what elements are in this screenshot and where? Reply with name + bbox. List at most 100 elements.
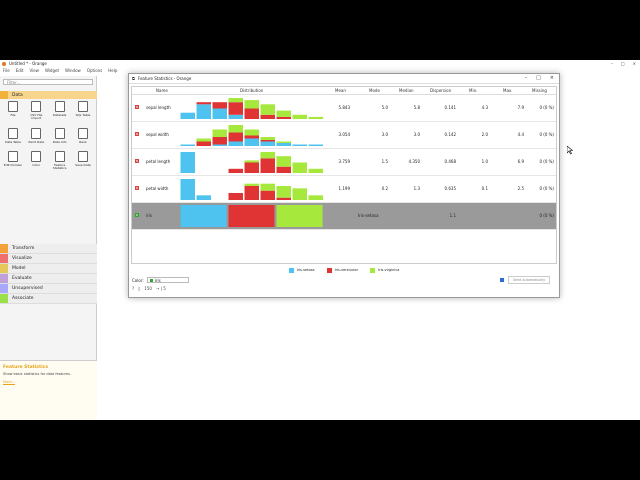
widget-feature-statistics[interactable]: Feature Statistics [49, 150, 71, 171]
filter-input[interactable]: Filter... [3, 79, 93, 85]
widget-rank[interactable]: Rank [72, 127, 94, 144]
histogram-bar [244, 108, 259, 119]
histogram-bar [228, 114, 243, 119]
widget-file[interactable]: File [2, 101, 24, 121]
widget-icon [8, 127, 18, 139]
dialog-close-button[interactable]: × [550, 75, 554, 81]
category-unsupervised[interactable]: Unsupervised [0, 284, 97, 294]
category-data[interactable]: Data [0, 91, 97, 99]
histogram-bar [244, 186, 259, 200]
table-row[interactable]: Diris Iris-setosa 1.1 0 (0 %) [132, 203, 556, 230]
value-dispersion: 0.141 [444, 105, 456, 110]
widget-color[interactable]: Color [25, 150, 47, 171]
col-mean[interactable]: Mean [335, 88, 346, 93]
report-icon[interactable]: ▯ [138, 286, 140, 291]
help-status-icon[interactable]: ? [132, 286, 134, 291]
distribution-plot [180, 205, 324, 227]
category-visualize[interactable]: Visualize [0, 254, 97, 264]
histogram-bar [244, 138, 259, 146]
value-mode: 0.2 [381, 186, 388, 191]
value-min: 4.3 [481, 105, 488, 110]
widget-data-info[interactable]: Data Info [49, 127, 71, 144]
table-row[interactable]: Npetal length 3.759 1.5 4.350 0.468 1.0 6.9 0 (… [132, 149, 556, 176]
histogram-bar [292, 162, 307, 173]
close-button[interactable]: × [633, 61, 636, 66]
category-label: Visualize [12, 256, 32, 261]
histogram-bar [308, 195, 323, 200]
output-count: → | 5 [155, 286, 166, 291]
category-evaluate[interactable]: Evaluate [0, 274, 97, 284]
statistics-table: Name Distribution Mean Mode Median Dispe… [131, 86, 557, 264]
widget-row: Data Table Paint Data Data Info Rank [2, 127, 94, 144]
histogram-bar [244, 100, 259, 109]
menu-edit[interactable]: Edit [16, 68, 24, 73]
color-select[interactable]: iris [146, 277, 189, 283]
dialog-minimize-button[interactable]: – [525, 75, 528, 81]
menu-view[interactable]: View [29, 68, 39, 73]
help-more-link[interactable]: More... [3, 380, 94, 384]
histogram-bar [276, 197, 291, 200]
table-row[interactable]: Npetal width 1.199 0.2 1.3 0.635 0.1 2.5 0 (0 %… [132, 176, 556, 203]
value-min: 0.1 [481, 186, 488, 191]
value-missing: 0 (0 %) [539, 105, 554, 110]
widget-icon [77, 101, 88, 112]
class-bar [180, 205, 227, 227]
category-model[interactable]: Model [0, 264, 97, 274]
send-automatically-button[interactable]: Send Automatically [508, 276, 550, 284]
histogram-bar [212, 108, 227, 119]
menu-window[interactable]: Window [65, 68, 81, 73]
col-max[interactable]: Max. [503, 88, 513, 93]
help-box: Feature Statistics Show basic statistics… [0, 360, 97, 420]
col-median[interactable]: Median [399, 88, 414, 93]
legend-swatch [288, 267, 294, 273]
dialog-titlebar: ⧉ Feature Statistics - Orange – □ × [129, 74, 559, 84]
category-associate[interactable]: Associate [0, 294, 97, 304]
value-median: 3.0 [413, 132, 420, 137]
col-min[interactable]: Min. [469, 88, 477, 93]
histogram-bar [212, 137, 227, 145]
menu-options[interactable]: Options [87, 68, 102, 73]
histogram-bar [196, 141, 211, 146]
minimize-button[interactable]: – [611, 61, 613, 66]
col-missing[interactable]: Missing [532, 88, 547, 93]
widget-icon [8, 101, 18, 112]
category-list: Transform Visualize Model Evaluate Unsupervi… [0, 244, 97, 304]
col-distribution[interactable]: Distribution [240, 88, 263, 93]
widget-icon [77, 127, 88, 139]
category-transform[interactable]: Transform [0, 244, 97, 254]
legend-label: Iris-versicolor [334, 268, 359, 272]
widget-csv-file-import[interactable]: CSV File Import [25, 101, 47, 121]
histogram-bar [292, 114, 307, 119]
histogram-bar [244, 135, 259, 139]
maximize-button[interactable]: □ [621, 61, 625, 66]
histogram-bar [260, 158, 275, 173]
histogram-bar [196, 195, 211, 200]
menu-widget[interactable]: Widget [45, 68, 59, 73]
widget-edit-domain[interactable]: Edit Domain [2, 150, 24, 171]
histogram-bar [260, 140, 275, 142]
value-dispersion: 0.468 [444, 159, 456, 164]
widget-sql-table[interactable]: SQL Table [72, 101, 94, 121]
widget-paint-data[interactable]: Paint Data [25, 127, 47, 144]
col-dispersion[interactable]: Dispersion [430, 88, 451, 93]
value-mean: 3.054 [338, 132, 350, 137]
send-automatically-checkbox[interactable] [500, 278, 504, 282]
class-bar [228, 205, 275, 227]
widget-save-data[interactable]: Save Data [72, 150, 94, 171]
histogram-bar [196, 138, 211, 142]
menu-file[interactable]: File [3, 68, 10, 73]
col-name[interactable]: Name [156, 88, 168, 93]
table-row[interactable]: Nsepal length 5.843 5.0 5.8 0.141 4.3 7.9 0 (0 … [132, 95, 556, 122]
histogram-bar [228, 102, 243, 115]
data-widgets: File CSV File Import Datasets SQL Table Data… [2, 101, 94, 177]
col-mode[interactable]: Mode [369, 88, 380, 93]
menu-help[interactable]: Help [108, 68, 117, 73]
histogram-bar [260, 137, 275, 140]
widget-label: CSV File Import [30, 113, 43, 121]
legend-item: Iris-setosa [288, 267, 315, 273]
widget-datasets[interactable]: Datasets [49, 101, 71, 121]
table-row[interactable]: Nsepal width 3.054 3.0 3.0 0.142 2.0 4.4 0 (0 %… [132, 122, 556, 149]
widget-data-table[interactable]: Data Table [2, 127, 24, 144]
orange-logo-icon [2, 61, 6, 66]
dialog-maximize-button[interactable]: □ [536, 75, 541, 81]
